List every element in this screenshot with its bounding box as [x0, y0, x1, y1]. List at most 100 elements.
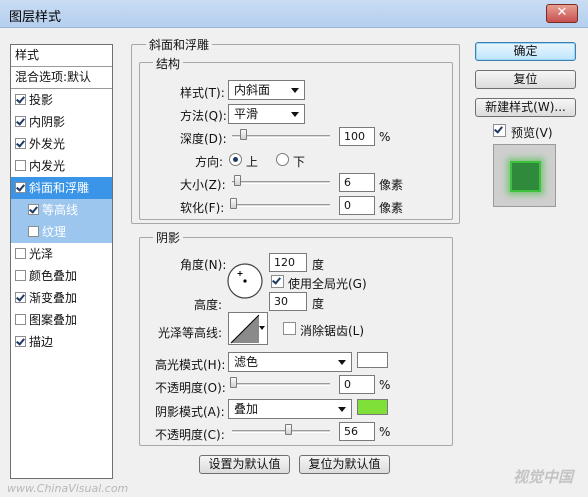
angle-dial[interactable]: [226, 262, 264, 300]
highlight-opacity-input[interactable]: 0: [339, 375, 375, 394]
technique-label: 方法(Q):: [180, 109, 227, 123]
styles-list-item[interactable]: 颜色叠加: [11, 265, 112, 287]
close-button[interactable]: ✕: [546, 4, 578, 23]
soften-slider-track[interactable]: [232, 204, 330, 207]
styles-list-item[interactable]: 图案叠加: [11, 309, 112, 331]
shadow-mode-select[interactable]: 叠加: [228, 399, 352, 419]
checkbox-icon[interactable]: [15, 138, 26, 149]
shadow-opacity-track[interactable]: [232, 430, 330, 433]
depth-input[interactable]: 100: [339, 127, 375, 146]
antialias-label: 消除锯齿(L): [300, 324, 365, 338]
styles-list-item[interactable]: 斜面和浮雕: [11, 177, 112, 199]
direction-up-radio[interactable]: [229, 153, 242, 166]
angle-unit: 度: [312, 258, 325, 272]
highlight-opacity-thumb[interactable]: [230, 377, 237, 388]
gloss-contour-label: 光泽等高线:: [158, 326, 223, 340]
styles-list-item[interactable]: 内发光: [11, 155, 112, 177]
styles-list-item-label: 内阴影: [29, 115, 66, 129]
styles-list-item[interactable]: 渐变叠加: [11, 287, 112, 309]
checkbox-icon[interactable]: [15, 292, 26, 303]
size-unit: 像素: [379, 178, 404, 192]
shading-title: 阴影: [153, 229, 184, 246]
preview-checkbox[interactable]: [493, 124, 509, 139]
checkbox-icon: [283, 322, 296, 335]
styles-list-item[interactable]: 纹理: [11, 221, 112, 243]
technique-select[interactable]: 平滑: [228, 104, 305, 124]
size-label: 大小(Z):: [180, 178, 226, 192]
direction-up-label: 上: [246, 155, 259, 169]
size-slider-track[interactable]: [232, 181, 330, 184]
shadow-opacity-input[interactable]: 56: [339, 422, 375, 441]
soften-input[interactable]: 0: [339, 196, 375, 215]
style-preview-thumbnail: [493, 144, 556, 207]
styles-list-item-label: 纹理: [42, 225, 67, 239]
chevron-down-icon: [291, 112, 299, 117]
size-input[interactable]: 6: [339, 173, 375, 192]
preview-swatch: [510, 161, 541, 192]
checkbox-icon: [493, 124, 506, 137]
depth-unit: %: [379, 130, 391, 144]
chevron-down-icon: [291, 88, 299, 93]
chevron-down-icon: [259, 326, 265, 330]
angle-input[interactable]: 120: [269, 253, 307, 272]
direction-down-radio[interactable]: [276, 153, 289, 166]
checkbox-icon[interactable]: [15, 336, 26, 347]
checkbox-icon[interactable]: [15, 94, 26, 105]
soften-slider-thumb[interactable]: [230, 198, 237, 209]
styles-list-item[interactable]: 投影: [11, 89, 112, 111]
shadow-opacity-label: 不透明度(C):: [155, 428, 225, 442]
altitude-input[interactable]: 30: [269, 292, 307, 311]
styles-list-item-label: 内发光: [29, 159, 66, 173]
checkbox-icon[interactable]: [15, 160, 26, 171]
styles-list-item-label: 等高线: [42, 203, 79, 217]
new-style-button[interactable]: 新建样式(W)...: [475, 98, 576, 117]
depth-label: 深度(D):: [180, 132, 227, 146]
highlight-opacity-unit: %: [379, 378, 391, 392]
checkbox-icon[interactable]: [15, 248, 26, 259]
styles-list-item[interactable]: 描边: [11, 331, 112, 353]
checkbox-icon[interactable]: [15, 314, 26, 325]
highlight-mode-select[interactable]: 滤色: [228, 352, 352, 372]
style-select[interactable]: 内斜面: [228, 80, 305, 100]
shadow-opacity-thumb[interactable]: [284, 424, 292, 435]
chevron-down-icon: [338, 407, 346, 412]
styles-list-item-label: 颜色叠加: [29, 269, 78, 283]
shadow-opacity-unit: %: [379, 425, 391, 439]
checkbox-icon[interactable]: [15, 182, 26, 193]
global-light-label: 使用全局光(G): [288, 277, 367, 291]
reset-button[interactable]: 复位: [475, 70, 576, 89]
direction-label: 方向:: [195, 155, 224, 169]
highlight-opacity-track[interactable]: [232, 383, 330, 386]
soften-unit: 像素: [379, 201, 404, 215]
highlight-color-swatch[interactable]: [357, 352, 388, 368]
watermark-url: www.ChinaVisual.com: [7, 482, 129, 495]
styles-list-item-label: 描边: [29, 335, 54, 349]
checkbox-icon[interactable]: [15, 270, 26, 281]
ok-button[interactable]: 确定: [475, 42, 576, 61]
structure-title: 结构: [153, 55, 184, 72]
global-light-checkbox[interactable]: [271, 275, 287, 290]
depth-slider-thumb[interactable]: [239, 129, 247, 140]
reset-default-button[interactable]: 复位为默认值: [299, 455, 390, 474]
styles-list-item-label: 斜面和浮雕: [29, 181, 90, 195]
styles-list-item[interactable]: 内阴影: [11, 111, 112, 133]
blending-options-item[interactable]: 混合选项:默认: [11, 67, 112, 89]
title-bar: [0, 0, 588, 28]
soften-label: 软化(F):: [180, 201, 225, 215]
size-slider-thumb[interactable]: [233, 175, 241, 186]
gloss-contour-picker[interactable]: [228, 312, 268, 345]
styles-list-item[interactable]: 光泽: [11, 243, 112, 265]
styles-list-item[interactable]: 等高线: [11, 199, 112, 221]
checkbox-icon[interactable]: [28, 204, 39, 215]
checkbox-icon[interactable]: [28, 226, 39, 237]
styles-list-item-label: 图案叠加: [29, 313, 78, 327]
make-default-button[interactable]: 设置为默认值: [199, 455, 290, 474]
antialias-checkbox[interactable]: [283, 322, 299, 337]
styles-list-item[interactable]: 外发光: [11, 133, 112, 155]
styles-list-header[interactable]: 样式: [11, 45, 112, 67]
shadow-color-swatch[interactable]: [357, 399, 388, 415]
altitude-label: 高度:: [194, 298, 223, 312]
altitude-unit: 度: [312, 297, 325, 311]
checkbox-icon[interactable]: [15, 116, 26, 127]
direction-down-label: 下: [293, 155, 306, 169]
